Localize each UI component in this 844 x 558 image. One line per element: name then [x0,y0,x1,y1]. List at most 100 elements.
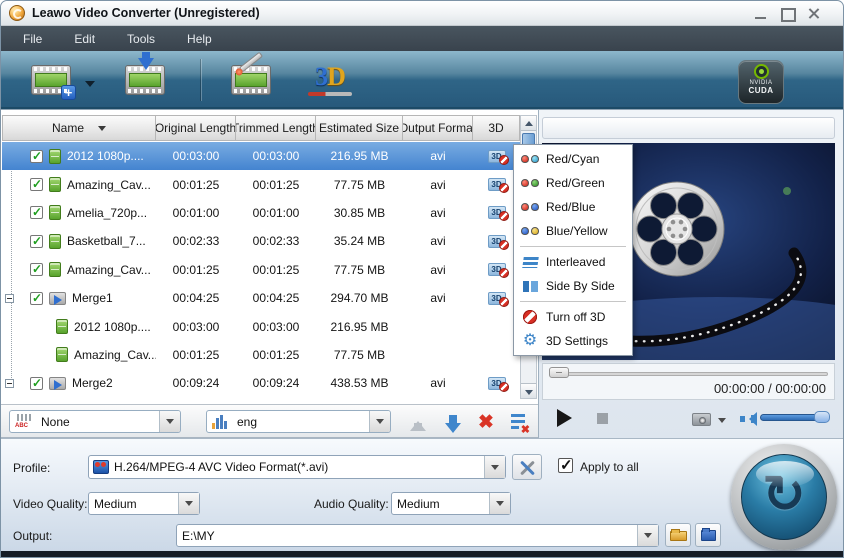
table-row-child[interactable]: 2012 1080p.... 00:03:00 00:03:00 216.95 … [2,312,520,340]
table-row[interactable]: 2012 1080p.... 00:03:00 00:03:00 216.95 … [2,142,520,170]
trimmed-length: 00:01:25 [236,348,316,362]
main-toolbar: + 3D NVIDIA CUDA [1,51,843,109]
tree-collapse-toggle[interactable] [5,294,14,303]
3d-toggle-icon[interactable]: 3D [488,377,506,390]
menu-item-side-by-side[interactable]: Side By Side [514,274,632,298]
table-row-merge[interactable]: Merge2 00:09:24 00:09:24 438.53 MB avi 3… [2,369,520,397]
add-video-button[interactable]: + [31,65,71,95]
stop-button[interactable] [597,413,608,424]
menu-item-turn-off-3d[interactable]: Turn off 3D [514,305,632,329]
clear-list-button[interactable]: ✖ [507,412,529,434]
snapshot-dropdown-caret[interactable] [718,418,726,427]
maximize-button[interactable] [777,7,797,21]
snapshot-button[interactable] [692,413,711,426]
convert-button-face: ↻ [741,454,827,540]
profile-dropdown-button[interactable] [484,456,505,478]
menu-item-3d-settings[interactable]: ⚙ 3D Settings [514,329,632,353]
download-video-button[interactable] [125,65,165,95]
menu-edit[interactable]: Edit [62,28,107,50]
gear-icon: ⚙ [521,333,539,349]
trimmed-length: 00:03:00 [236,149,316,163]
menu-item-interleaved[interactable]: Interleaved [514,250,632,274]
row-checkbox[interactable] [30,377,43,390]
volume-handle[interactable] [814,411,830,423]
output-path-select[interactable]: E:\MY [176,524,659,547]
file-name: Amazing_Cav... [74,348,156,362]
menu-item-red-cyan[interactable]: Red/Cyan [514,147,632,171]
move-down-button[interactable] [442,412,464,434]
table-row[interactable]: Basketball_7... 00:02:33 00:02:33 35.24 … [2,227,520,255]
menu-help[interactable]: Help [175,28,224,50]
seek-track[interactable] [551,372,828,376]
menu-item-blue-yellow[interactable]: Blue/Yellow [514,219,632,243]
column-header-trimmed-length[interactable]: Trimmed Length [236,115,316,141]
table-row[interactable]: Amazing_Cav... 00:01:25 00:01:25 77.75 M… [2,170,520,198]
audio-quality-label: Audio Quality: [314,497,389,511]
column-header-name[interactable]: Name [2,115,156,141]
3d-icon: 3D [304,64,356,90]
table-row-child[interactable]: Amazing_Cav... 00:01:25 00:01:25 77.75 M… [2,341,520,369]
row-checkbox[interactable] [30,150,43,163]
output-format: avi [403,234,473,248]
subtitle-dropdown-button[interactable] [159,411,180,432]
3d-toggle-icon[interactable]: 3D [488,292,506,305]
subtitle-icon: ABC [15,414,32,429]
3d-toggle-icon[interactable]: 3D [488,235,506,248]
column-header-3d[interactable]: 3D [473,115,520,141]
output-dropdown-button[interactable] [637,525,658,546]
profile-settings-button[interactable] [512,454,542,480]
table-row[interactable]: Amazing_Cav... 00:01:25 00:01:25 77.75 M… [2,256,520,284]
audio-quality-dropdown-button[interactable] [489,493,510,514]
move-up-button[interactable] [407,412,429,434]
trimmed-length: 00:01:25 [236,263,316,277]
audio-dropdown-button[interactable] [369,411,390,432]
play-button[interactable] [557,409,581,427]
column-header-output-format[interactable]: Output Format [403,115,473,141]
seek-handle[interactable] [549,367,569,378]
3d-toggle-icon[interactable]: 3D [488,150,506,163]
close-button[interactable] [805,7,825,21]
table-row[interactable]: Amelia_720p... 00:01:00 00:01:00 30.85 M… [2,199,520,227]
pencil-icon [239,52,263,73]
menu-item-red-green[interactable]: Red/Green [514,171,632,195]
minimize-button[interactable] [751,7,771,21]
scroll-up-button[interactable] [521,116,536,131]
profile-select[interactable]: H.264/MPEG-4 AVC Video Format(*.avi) [88,455,506,479]
audio-quality-select[interactable]: Medium [391,492,511,515]
3d-movie-button[interactable]: 3D [304,64,356,98]
edit-video-button[interactable] [231,65,271,95]
column-header-original-length[interactable]: Original Length [156,115,236,141]
row-checkbox[interactable] [30,206,43,219]
audio-track-select[interactable]: eng [206,410,391,433]
browse-folder-button[interactable] [665,523,691,547]
tree-collapse-toggle[interactable] [5,379,14,388]
row-checkbox[interactable] [30,178,43,191]
3d-toggle-icon[interactable]: 3D [488,178,506,191]
row-checkbox[interactable] [30,292,43,305]
menu-tools[interactable]: Tools [115,28,167,50]
open-output-folder-button[interactable] [695,523,721,547]
3d-toggle-icon[interactable]: 3D [488,263,506,276]
video-quality-dropdown-button[interactable] [178,493,199,514]
subtitle-select[interactable]: ABC None [9,410,181,433]
cuda-label: CUDA [739,86,783,95]
column-header-estimated-size[interactable]: Estimated Size [316,115,403,141]
remove-file-button[interactable]: ✖ [475,412,497,434]
convert-button[interactable]: ↻ [731,444,837,550]
row-checkbox[interactable] [30,263,43,276]
add-video-dropdown-caret[interactable] [85,81,95,92]
menu-file[interactable]: File [11,28,54,50]
table-row-merge[interactable]: Merge1 00:04:25 00:04:25 294.70 MB avi 3… [2,284,520,312]
speaker-icon[interactable] [740,412,756,426]
scroll-down-button[interactable] [521,383,536,398]
video-quality-select[interactable]: Medium [88,492,200,515]
file-name: Amelia_720p... [67,206,147,220]
column-label: Name [52,121,84,135]
side-by-side-icon [521,281,539,292]
row-checkbox[interactable] [30,235,43,248]
menu-bar: File Edit Tools Help [1,26,843,51]
3d-toggle-icon[interactable]: 3D [488,206,506,219]
title-bar: Leawo Video Converter (Unregistered) [1,1,843,26]
apply-to-all-checkbox[interactable] [558,458,573,473]
menu-item-red-blue[interactable]: Red/Blue [514,195,632,219]
